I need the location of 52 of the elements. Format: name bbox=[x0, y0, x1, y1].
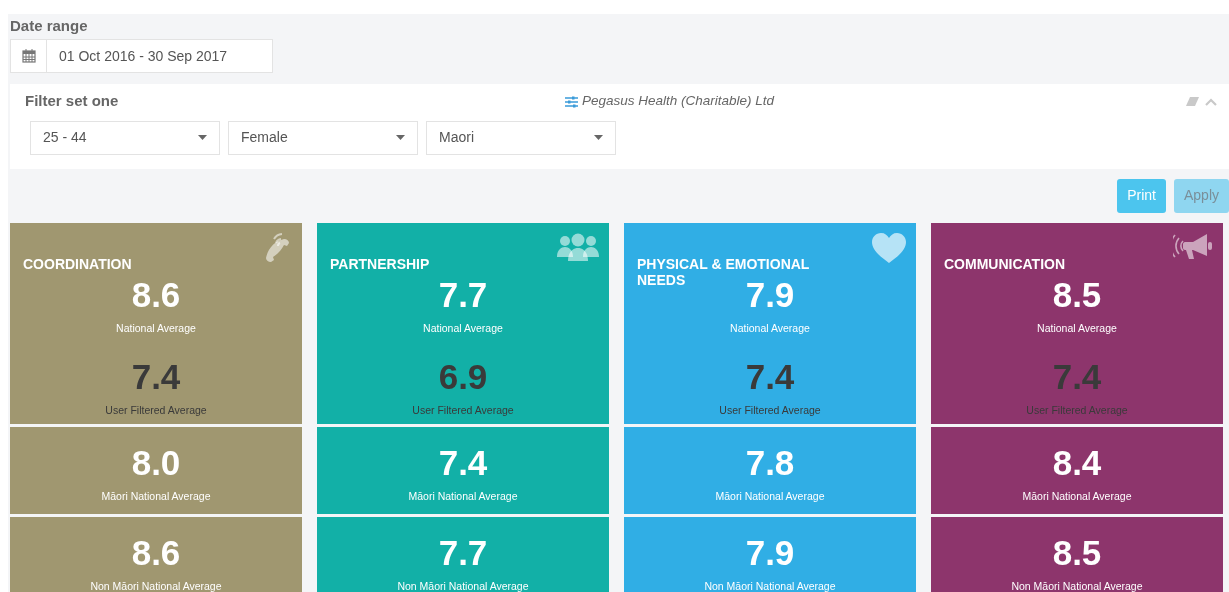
calendar-icon bbox=[21, 48, 36, 63]
card-title: COMMUNICATION bbox=[944, 255, 1067, 272]
organisation-name: Pegasus Health (Charitable) Ltd bbox=[582, 92, 775, 111]
score-label: User Filtered Average bbox=[105, 403, 207, 417]
score-value: 7.4 bbox=[131, 356, 181, 397]
sliders-icon bbox=[565, 95, 578, 108]
caret-icon bbox=[198, 135, 207, 140]
score-label: Māori National Average bbox=[408, 489, 518, 503]
score-label: Non Māori National Average bbox=[90, 579, 222, 592]
score-value: 7.9 bbox=[745, 532, 795, 573]
score-value: 8.0 bbox=[131, 442, 181, 483]
score-value: 8.5 bbox=[1052, 532, 1102, 573]
score-label: Non Māori National Average bbox=[704, 579, 836, 592]
megaphone-icon bbox=[1173, 232, 1213, 261]
score-value: 8.6 bbox=[131, 532, 181, 573]
score-value: 8.6 bbox=[131, 274, 181, 315]
dropdown-select[interactable]: 25 - 44 bbox=[30, 120, 220, 155]
score-value: 7.4 bbox=[745, 356, 795, 397]
score-value: 8.4 bbox=[1052, 442, 1102, 483]
score-label: National Average bbox=[423, 321, 503, 335]
card-title: PARTNERSHIP bbox=[330, 255, 431, 272]
score-value: 7.8 bbox=[745, 442, 795, 483]
date-range-field[interactable]: 01 Oct 2016 - 30 Sep 2017 bbox=[10, 38, 273, 73]
score-label: National Average bbox=[116, 321, 196, 335]
caret-icon bbox=[396, 135, 405, 140]
score-label: Māori National Average bbox=[101, 489, 211, 503]
score-label: Māori National Average bbox=[1022, 489, 1132, 503]
score-value: 7.4 bbox=[438, 442, 488, 483]
card-title: COORDINATION bbox=[23, 255, 133, 272]
score-label: Non Māori National Average bbox=[1011, 579, 1143, 592]
score-label: User Filtered Average bbox=[719, 403, 821, 417]
dropdown-select[interactable]: Maori bbox=[426, 120, 616, 155]
score-value: 7.4 bbox=[1052, 356, 1102, 397]
dropdown-select[interactable]: Female bbox=[228, 120, 418, 155]
score-value: 6.9 bbox=[438, 356, 488, 397]
score-value: 7.7 bbox=[438, 274, 488, 315]
date-range-value: 01 Oct 2016 - 30 Sep 2017 bbox=[58, 46, 228, 66]
score-label: User Filtered Average bbox=[1026, 403, 1128, 417]
score-label: User Filtered Average bbox=[412, 403, 514, 417]
score-value: 7.7 bbox=[438, 532, 488, 573]
people-icon bbox=[557, 232, 599, 261]
eraser-icon[interactable] bbox=[1186, 97, 1199, 106]
score-label: National Average bbox=[1037, 321, 1117, 335]
filter-set-title: Filter set one bbox=[25, 91, 120, 112]
chevron-up-icon[interactable] bbox=[1205, 97, 1217, 106]
date-range-label: Date range bbox=[10, 16, 89, 36]
caret-icon bbox=[594, 135, 603, 140]
heart-icon bbox=[872, 232, 906, 263]
score-value: 8.5 bbox=[1052, 274, 1102, 315]
score-label: National Average bbox=[730, 321, 810, 335]
score-label: Non Māori National Average bbox=[397, 579, 529, 592]
score-label: Māori National Average bbox=[715, 489, 825, 503]
